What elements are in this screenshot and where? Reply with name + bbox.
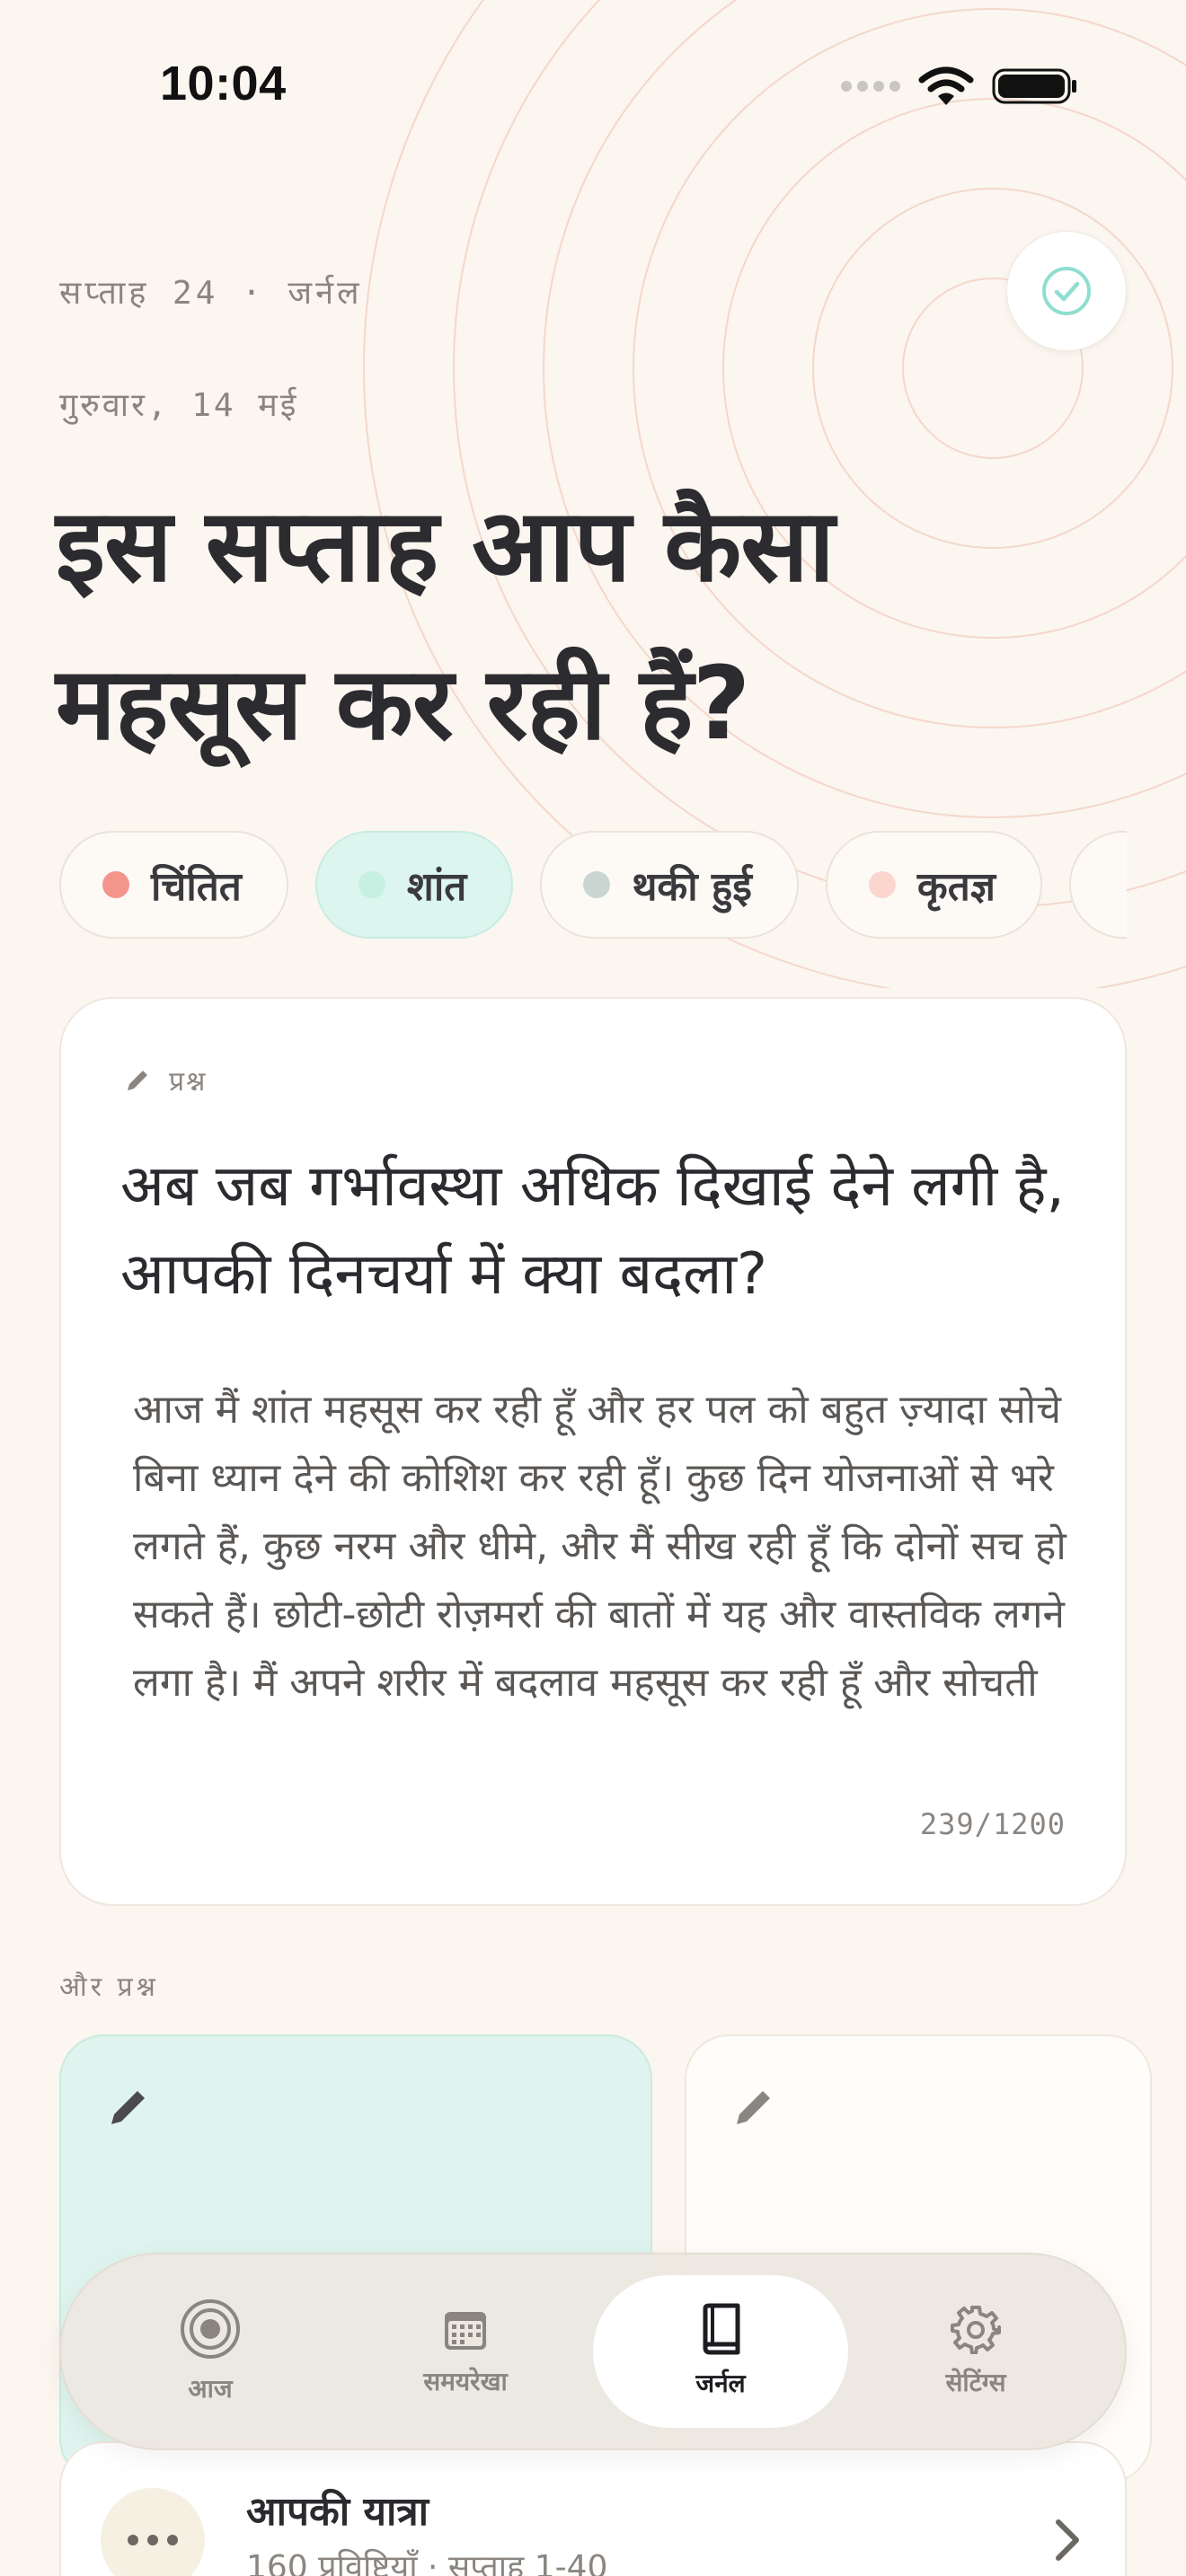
tab-today[interactable]: आज <box>83 2275 338 2428</box>
more-prompts-label: और प्रश्न <box>59 1972 159 2003</box>
target-icon <box>181 2299 240 2359</box>
mood-chips: चिंतित शांत थकी हुई कृतज्ञ <box>59 831 1127 939</box>
mood-chip-calm[interactable]: शांत <box>314 831 514 939</box>
battery-icon <box>992 68 1076 104</box>
date-label: गुरुवार, 14 मई <box>59 387 299 424</box>
character-counter: 239/1200 <box>919 1807 1066 1841</box>
book-icon <box>703 2303 740 2355</box>
pencil-icon <box>128 1070 147 1090</box>
mood-label: थकी हुई <box>632 864 752 910</box>
answer-textarea[interactable]: आज मैं शांत महसूस कर रही हूँ और हर पल को… <box>133 1376 1076 1861</box>
page-title: इस सप्ताह आप कैसा महसूस कर रही हैं? <box>56 488 835 763</box>
check-circle-icon <box>1042 267 1091 315</box>
gear-icon <box>951 2306 1001 2354</box>
question-card: प्रश्न अब जब गर्भावस्था अधिक दिखाई देने … <box>59 997 1127 1906</box>
question-text: अब जब गर्भावस्था अधिक दिखाई देने लगी है,… <box>120 1153 1065 1308</box>
more-dots-icon <box>128 2535 178 2545</box>
pencil-icon <box>111 2091 145 2124</box>
tab-bar: आज समयरेखा जर्नल सेटिंग्स <box>59 2253 1127 2450</box>
mood-chip-more[interactable] <box>1068 831 1127 939</box>
mood-dot <box>868 871 896 898</box>
journey-subtitle: 160 प्रविष्टियाँ · सप्ताह 1-40 <box>246 2549 608 2576</box>
journey-card[interactable]: आपकी यात्रा 160 प्रविष्टियाँ · सप्ताह 1-… <box>59 2441 1127 2576</box>
calendar-icon <box>445 2312 486 2350</box>
tab-journal[interactable]: जर्नल <box>593 2275 848 2428</box>
mood-label: चिंतित <box>151 864 242 910</box>
mood-chip-grateful[interactable]: कृतज्ञ <box>825 831 1042 939</box>
mood-chip-anxious[interactable]: चिंतित <box>59 831 288 939</box>
mood-dot <box>102 871 129 898</box>
signal-icon <box>841 81 900 92</box>
tab-settings[interactable]: सेटिंग्स <box>848 2275 1103 2428</box>
question-tag-label: प्रश्न <box>169 1066 208 1098</box>
mood-label: शांत <box>406 864 467 910</box>
mood-dot <box>583 871 611 898</box>
tab-label: जर्नल <box>695 2369 746 2398</box>
journey-avatar <box>101 2488 205 2576</box>
journey-title: आपकी यात्रा <box>246 2489 429 2535</box>
save-check-button[interactable] <box>1006 231 1127 351</box>
tab-label: आज <box>188 2374 233 2404</box>
status-indicators <box>839 65 1078 108</box>
mood-chip-tired[interactable]: थकी हुई <box>540 831 799 939</box>
week-label: सप्ताह 24 · जर्नल <box>59 275 363 312</box>
chevron-right-icon <box>1056 2519 1079 2561</box>
mood-label: कृतज्ञ <box>916 864 996 910</box>
tab-label: समयरेखा <box>423 2367 508 2396</box>
wifi-icon <box>918 66 974 105</box>
question-tag: प्रश्न <box>122 1062 207 1098</box>
pencil-icon <box>737 2091 770 2124</box>
tab-timeline[interactable]: समयरेखा <box>338 2275 593 2428</box>
status-time: 10:04 <box>160 57 287 110</box>
tab-label: सेटिंग्स <box>945 2368 1006 2397</box>
mood-dot <box>358 871 385 898</box>
